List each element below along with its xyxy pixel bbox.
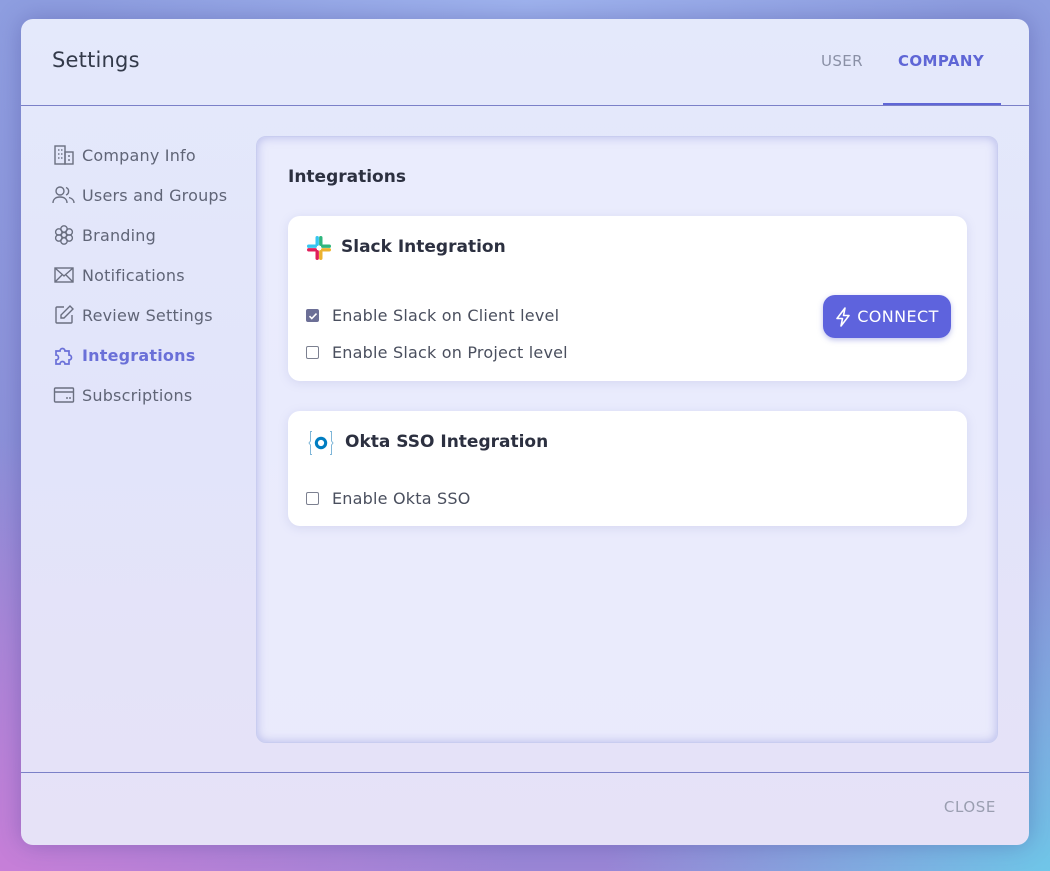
slack-integration-card: Slack Integration Enable Slack on Client… (288, 216, 967, 381)
slack-client-level-checkbox[interactable] (306, 309, 319, 322)
puzzle-icon (52, 343, 76, 367)
settings-dialog: Settings USER COMPANY Company Info Users… (21, 19, 1029, 845)
flower-icon (52, 223, 76, 247)
connect-button-label: CONNECT (857, 307, 939, 326)
tab-user[interactable]: USER (821, 52, 863, 70)
settings-sidebar: Company Info Users and Groups Branding N… (52, 135, 252, 415)
okta-enable-checkbox[interactable] (306, 492, 319, 505)
slack-client-level-option[interactable]: Enable Slack on Client level (306, 306, 559, 325)
okta-card-title: Okta SSO Integration (345, 432, 549, 452)
slack-project-level-label: Enable Slack on Project level (332, 343, 568, 362)
sidebar-item-integrations[interactable]: Integrations (52, 335, 252, 375)
slack-card-title: Slack Integration (341, 237, 506, 257)
dialog-header: Settings USER COMPANY (21, 19, 1029, 106)
sidebar-item-users-and-groups[interactable]: Users and Groups (52, 175, 252, 215)
envelope-icon (52, 263, 76, 287)
okta-integration-card: Okta SSO Integration Enable Okta SSO (288, 411, 967, 526)
okta-enable-option[interactable]: Enable Okta SSO (306, 489, 471, 508)
sidebar-item-label: Users and Groups (82, 185, 228, 205)
dialog-footer: CLOSE (21, 772, 1029, 845)
close-button[interactable]: CLOSE (944, 798, 996, 816)
sidebar-item-label: Notifications (82, 265, 185, 285)
slack-client-level-label: Enable Slack on Client level (332, 306, 560, 325)
building-icon (52, 143, 76, 167)
sidebar-item-label: Review Settings (82, 305, 213, 325)
slack-project-level-checkbox[interactable] (306, 346, 319, 359)
okta-enable-label: Enable Okta SSO (332, 489, 471, 508)
sidebar-item-review-settings[interactable]: Review Settings (52, 295, 252, 335)
section-title: Integrations (288, 167, 406, 187)
okta-logo-icon (306, 429, 336, 457)
sidebar-item-label: Company Info (82, 145, 196, 165)
sidebar-item-label: Subscriptions (82, 385, 193, 405)
page-title: Settings (52, 48, 140, 72)
active-tab-indicator (883, 103, 1001, 105)
sidebar-item-label: Branding (82, 225, 156, 245)
slack-project-level-option[interactable]: Enable Slack on Project level (306, 343, 568, 362)
slack-logo-icon (306, 235, 332, 261)
credit-card-icon (52, 383, 76, 407)
sidebar-item-label: Integrations (82, 345, 196, 365)
users-icon (52, 183, 76, 207)
edit-icon (52, 303, 76, 327)
integrations-panel: Integrations Slack Integration Enable Sl… (256, 136, 998, 743)
sidebar-item-company-info[interactable]: Company Info (52, 135, 252, 175)
sidebar-item-subscriptions[interactable]: Subscriptions (52, 375, 252, 415)
lightning-icon (835, 306, 851, 327)
tab-company[interactable]: COMPANY (898, 52, 984, 70)
sidebar-item-notifications[interactable]: Notifications (52, 255, 252, 295)
sidebar-item-branding[interactable]: Branding (52, 215, 252, 255)
connect-button[interactable]: CONNECT (823, 295, 951, 338)
